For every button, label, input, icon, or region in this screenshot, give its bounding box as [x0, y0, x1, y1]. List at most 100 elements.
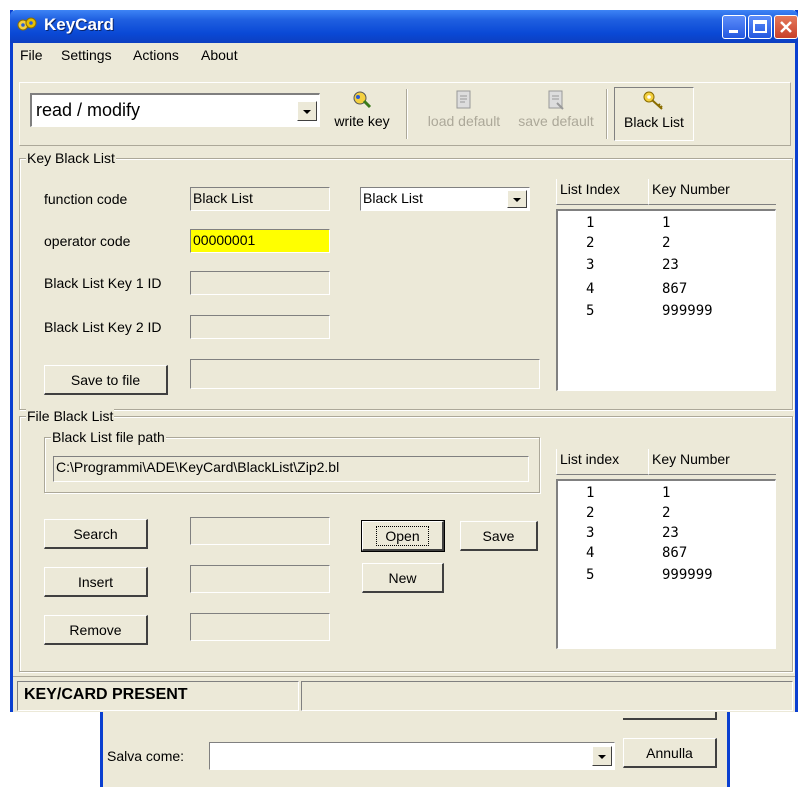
file-path-title: Black List file path: [51, 429, 166, 445]
table-row[interactable]: 11: [558, 485, 775, 505]
list-body: 11 22 3 23 4 867 5 999999: [556, 479, 776, 649]
close-button[interactable]: [774, 15, 798, 39]
key-black-list-group: Key Black List function code Black List …: [19, 150, 793, 410]
open-button[interactable]: Open: [361, 520, 445, 552]
menu-bar: File Settings Actions About: [13, 43, 795, 67]
keycard-window: KeyCard File Settings Actions About read…: [10, 10, 798, 712]
mode-value: read / modify: [36, 100, 141, 120]
search-button[interactable]: Search: [44, 519, 148, 549]
load-default-button[interactable]: load default: [418, 89, 510, 129]
column-header-key-number[interactable]: Key Number: [648, 179, 776, 205]
file-path-field[interactable]: C:\Programmi\ADE\KeyCard\BlackList\Zip2.…: [53, 456, 529, 482]
row-index: 3: [586, 525, 595, 541]
file-black-list-group: File Black List Black List file path C:\…: [19, 408, 793, 672]
maximize-icon: [753, 20, 767, 33]
remove-field[interactable]: [190, 613, 330, 641]
file-black-list-listview[interactable]: List index Key Number 11 22 3 23 4 867 5 99…: [556, 449, 776, 657]
key-black-list-listview[interactable]: List Index Key Number 11 22 3 23 4 867 5 99…: [556, 179, 776, 391]
file-black-list-title: File Black List: [26, 408, 115, 424]
window-title: KeyCard: [44, 15, 114, 34]
status-pane-empty: [301, 681, 793, 711]
row-key: 1: [662, 485, 671, 501]
list-header: List index Key Number: [556, 449, 776, 475]
save-default-icon: [548, 90, 564, 110]
title-bar[interactable]: KeyCard: [10, 10, 798, 43]
new-button[interactable]: New: [362, 563, 444, 593]
toolbar-separator: [606, 89, 608, 139]
row-key: 867: [662, 281, 688, 297]
row-key: 2: [662, 235, 671, 251]
mode-combobox[interactable]: read / modify: [30, 93, 320, 127]
table-row[interactable]: 22: [558, 505, 775, 525]
row-index: 5: [586, 567, 595, 583]
operator-code-field[interactable]: 00000001: [190, 229, 330, 253]
key-icon: [643, 91, 663, 110]
row-key: 999999: [662, 567, 713, 583]
save-as-label: Salva come:: [107, 748, 185, 764]
save-default-label: save default: [518, 113, 594, 129]
column-header-list-index[interactable]: List index: [556, 449, 648, 475]
menu-file[interactable]: File: [20, 47, 43, 63]
row-index: 2: [586, 505, 595, 521]
black-list-button[interactable]: Black List: [614, 87, 694, 141]
row-index: 3: [586, 257, 595, 273]
key2-label: Black List Key 2 ID: [44, 319, 162, 335]
list-body: 11 22 3 23 4 867 5 999999: [556, 209, 776, 391]
write-key-button[interactable]: write key: [330, 89, 394, 129]
row-key: 23: [662, 525, 679, 541]
table-row[interactable]: 22: [558, 235, 775, 255]
insert-field[interactable]: [190, 565, 330, 593]
status-text: KEY/CARD PRESENT: [17, 681, 299, 711]
save-as-combobox[interactable]: [209, 742, 615, 770]
table-row[interactable]: 11: [558, 215, 775, 235]
black-list-label: Black List: [624, 114, 684, 130]
open-button-label: Open: [376, 526, 429, 546]
menu-actions[interactable]: Actions: [133, 47, 179, 63]
load-default-label: load default: [427, 113, 501, 129]
search-field[interactable]: [190, 517, 330, 545]
dialog-button-edge: [623, 712, 717, 720]
row-index: 1: [586, 485, 595, 501]
table-row[interactable]: 4 867: [558, 545, 775, 565]
menu-about[interactable]: About: [201, 47, 238, 63]
column-header-key-number[interactable]: Key Number: [648, 449, 776, 475]
insert-button[interactable]: Insert: [44, 567, 148, 597]
mode-dropdown-button[interactable]: [297, 101, 317, 121]
table-row[interactable]: 5 999999: [558, 303, 775, 323]
write-key-label: write key: [334, 113, 390, 129]
minimize-icon: [729, 30, 738, 33]
toolbar: read / modify write key load default sav…: [19, 82, 791, 146]
key1-id-field[interactable]: [190, 271, 330, 295]
function-dropdown-button[interactable]: [507, 190, 527, 208]
save-as-dropdown-button[interactable]: [592, 746, 612, 766]
column-header-list-index[interactable]: List Index: [556, 179, 648, 205]
operator-code-label: operator code: [44, 233, 131, 249]
menu-settings[interactable]: Settings: [61, 47, 112, 63]
close-icon: [780, 21, 792, 33]
file-path-group: Black List file path C:\Programmi\ADE\Ke…: [44, 429, 540, 493]
row-index: 2: [586, 235, 595, 251]
chevron-down-icon: [513, 198, 521, 202]
maximize-button[interactable]: [748, 15, 772, 39]
table-row[interactable]: 3 23: [558, 257, 775, 277]
minimize-button[interactable]: [722, 15, 746, 39]
key2-id-field[interactable]: [190, 315, 330, 339]
remove-button[interactable]: Remove: [44, 615, 148, 645]
key1-label: Black List Key 1 ID: [44, 275, 162, 291]
function-code-field: Black List: [190, 187, 330, 211]
row-index: 1: [586, 215, 595, 231]
table-row[interactable]: 3 23: [558, 525, 775, 545]
save-to-file-button[interactable]: Save to file: [44, 365, 168, 395]
save-button[interactable]: Save: [460, 521, 538, 551]
save-default-button[interactable]: save default: [510, 89, 602, 129]
table-row[interactable]: 4 867: [558, 281, 775, 301]
table-row[interactable]: 5 999999: [558, 567, 775, 587]
chevron-down-icon: [303, 110, 311, 114]
row-index: 4: [586, 545, 595, 561]
save-path-field[interactable]: [190, 359, 540, 389]
row-key: 867: [662, 545, 688, 561]
function-code-select[interactable]: Black List: [360, 187, 530, 211]
function-select-value: Black List: [363, 190, 423, 206]
cancel-button[interactable]: Annulla: [623, 738, 717, 768]
row-key: 999999: [662, 303, 713, 319]
